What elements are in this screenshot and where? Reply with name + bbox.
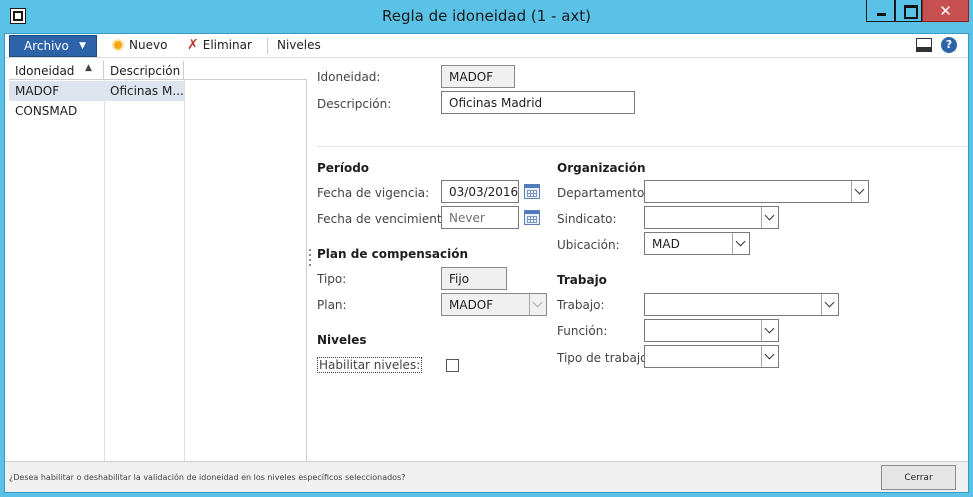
chevron-down-icon[interactable] xyxy=(761,320,778,341)
departamento-lookup[interactable] xyxy=(644,180,869,203)
delete-icon: ✗ xyxy=(187,37,199,53)
plan-compensacion-group-title: Plan de compensación xyxy=(317,247,469,261)
action-pane: Archivo ▼ Nuevo ✗ Eliminar Niveles ? xyxy=(5,34,968,58)
vencimiento-label: Fecha de vencimiento: xyxy=(317,212,453,226)
tipo-trabajo-lookup[interactable] xyxy=(644,345,779,368)
help-icon[interactable]: ? xyxy=(941,37,957,53)
action-separator xyxy=(267,38,268,54)
status-bar: ¿Desea habilitar o deshabilitar la valid… xyxy=(5,461,968,492)
nuevo-button[interactable]: Nuevo xyxy=(111,38,167,52)
eliminar-label: Eliminar xyxy=(202,38,252,52)
chevron-down-icon[interactable] xyxy=(761,207,778,228)
chevron-down-icon[interactable] xyxy=(851,181,868,202)
trabajo-lookup[interactable] xyxy=(644,293,839,316)
column-divider xyxy=(184,80,185,461)
ubicacion-lookup[interactable]: MAD xyxy=(644,232,750,255)
tipo-trabajo-label: Tipo de trabajo: xyxy=(557,351,652,365)
form-client-area: Archivo ▼ Nuevo ✗ Eliminar Niveles ? Ido… xyxy=(4,33,969,493)
chevron-down-icon[interactable] xyxy=(732,233,749,254)
cell-idoneidad: CONSMAD xyxy=(15,104,78,118)
grid-header: Idoneidad ▲ Descripción xyxy=(9,61,307,80)
archivo-label: Archivo xyxy=(24,39,69,53)
details-form: Idoneidad: MADOF Descripción: Oficinas M… xyxy=(311,61,968,461)
habilitar-niveles-label: Habilitar niveles: xyxy=(317,357,423,373)
table-row[interactable]: CONSMAD xyxy=(9,101,184,121)
plan-label: Plan: xyxy=(317,298,347,312)
title-bar[interactable]: Regla de idoneidad (1 - axt) ✕ xyxy=(0,0,973,33)
window-title: Regla de idoneidad (1 - axt) xyxy=(381,7,592,25)
vigencia-label: Fecha de vigencia: xyxy=(317,186,430,200)
column-header-label: Idoneidad xyxy=(15,64,75,78)
plan-lookup[interactable]: MADOF xyxy=(441,293,547,316)
descripcion-label: Descripción: xyxy=(317,97,392,111)
status-help-text: ¿Desea habilitar o deshabilitar la valid… xyxy=(9,473,406,482)
habilitar-niveles-checkbox[interactable] xyxy=(446,359,459,372)
tipo-label: Tipo: xyxy=(317,272,347,286)
calendar-icon[interactable] xyxy=(524,210,540,225)
window: Regla de idoneidad (1 - axt) ✕ Archivo ▼… xyxy=(0,0,973,497)
sort-ascending-icon: ▲ xyxy=(85,63,92,73)
organizacion-group-title: Organización xyxy=(557,161,646,175)
cerrar-button[interactable]: Cerrar xyxy=(881,465,956,490)
habilitar-niveles-text: Habilitar niveles: xyxy=(317,357,423,373)
table-row[interactable]: MADOF Oficinas M... xyxy=(9,81,184,101)
archivo-menu-button[interactable]: Archivo ▼ xyxy=(9,35,97,57)
column-header-idoneidad[interactable]: Idoneidad ▲ xyxy=(9,61,104,80)
periodo-group-title: Período xyxy=(317,161,370,175)
ubicacion-value: MAD xyxy=(652,237,680,251)
layout-icon[interactable] xyxy=(916,38,932,52)
chevron-down-icon: ▼ xyxy=(79,41,86,51)
sindicato-lookup[interactable] xyxy=(644,206,779,229)
departamento-label: Departamento: xyxy=(557,186,649,200)
niveles-group-title: Niveles xyxy=(317,333,367,347)
niveles-label: Niveles xyxy=(277,38,321,52)
cell-descripcion: Oficinas M... xyxy=(110,84,183,98)
idoneidad-field[interactable]: MADOF xyxy=(441,65,515,88)
column-divider xyxy=(104,80,105,461)
nuevo-label: Nuevo xyxy=(129,38,168,52)
new-record-icon xyxy=(111,38,125,52)
funcion-lookup[interactable] xyxy=(644,319,779,342)
eliminar-button[interactable]: ✗ Eliminar xyxy=(187,38,252,52)
trabajo-group-title: Trabajo xyxy=(557,273,607,287)
column-header-label: Descripción xyxy=(110,64,181,78)
plan-value: MADOF xyxy=(449,298,494,312)
cell-idoneidad: MADOF xyxy=(15,84,60,98)
descripcion-field[interactable]: Oficinas Madrid xyxy=(441,91,635,114)
ubicacion-label: Ubicación: xyxy=(557,238,620,252)
vigencia-date-field[interactable]: 03/03/2016 xyxy=(441,180,519,203)
eligibility-grid: Idoneidad ▲ Descripción MADOF Oficinas M… xyxy=(9,61,307,461)
chevron-down-icon[interactable] xyxy=(821,294,838,315)
column-header-descripcion[interactable]: Descripción xyxy=(104,61,184,80)
minimize-button[interactable] xyxy=(866,0,895,22)
maximize-button[interactable] xyxy=(895,0,922,22)
trabajo-label: Trabajo: xyxy=(557,298,605,312)
sindicato-label: Sindicato: xyxy=(557,212,617,226)
niveles-button[interactable]: Niveles xyxy=(277,38,321,52)
chevron-down-icon[interactable] xyxy=(761,346,778,367)
close-window-button[interactable]: ✕ xyxy=(922,0,969,22)
close-icon: ✕ xyxy=(939,2,952,20)
chevron-down-icon xyxy=(529,294,546,315)
section-divider xyxy=(317,146,968,147)
funcion-label: Función: xyxy=(557,324,608,338)
tipo-field[interactable]: Fijo xyxy=(441,267,507,290)
idoneidad-label: Idoneidad: xyxy=(317,70,381,84)
calendar-icon[interactable] xyxy=(524,184,540,199)
vencimiento-date-field[interactable]: Never xyxy=(441,206,519,229)
